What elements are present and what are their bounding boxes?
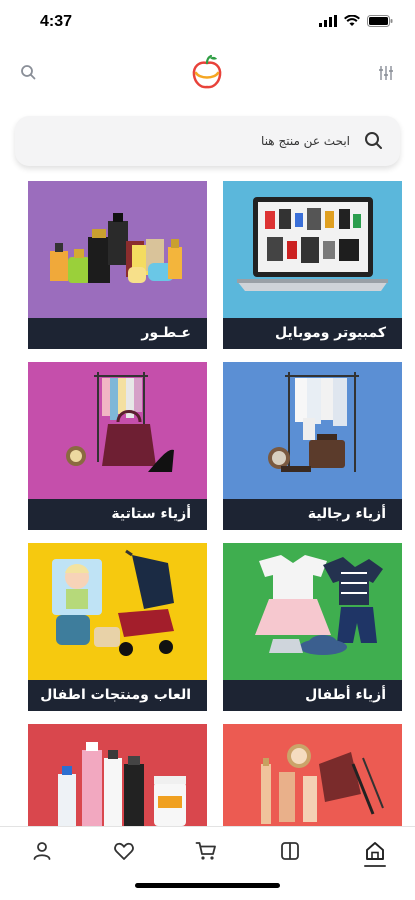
header-search-button[interactable] <box>18 62 40 84</box>
category-kids-fashion[interactable]: أزياء أطفال <box>223 543 402 711</box>
wifi-icon <box>344 15 360 26</box>
category-perfumes[interactable]: عـطـور <box>28 181 207 349</box>
category-image <box>223 362 402 499</box>
laptop-icon <box>223 181 402 318</box>
category-label: كمبيوتر وموبايل <box>223 318 402 349</box>
category-image <box>28 362 207 499</box>
home-icon <box>366 842 384 860</box>
category-label: أزياء أطفال <box>223 680 402 711</box>
logo-icon <box>192 54 222 89</box>
status-icons <box>319 15 393 27</box>
nav-favorites[interactable] <box>104 835 144 867</box>
cellular-signal-icon <box>319 15 337 27</box>
category-image <box>28 543 207 680</box>
category-image <box>223 181 402 318</box>
bottom-nav <box>0 826 415 900</box>
makeup-icon <box>223 724 402 826</box>
nav-catalog[interactable] <box>270 835 310 867</box>
home-indicator <box>135 883 280 888</box>
filter-icon <box>379 66 393 80</box>
category-image <box>28 724 207 826</box>
clothing-rack-icon <box>223 362 402 499</box>
search-icon <box>21 65 36 80</box>
kids-clothes-icon <box>223 543 402 680</box>
category-label: عـطـور <box>28 318 207 349</box>
category-image <box>28 181 207 318</box>
category-womens-fashion[interactable]: أزياء ستاتية <box>28 362 207 530</box>
search-input[interactable] <box>50 134 350 148</box>
category-computer-mobile[interactable]: كمبيوتر وموبايل <box>223 181 402 349</box>
category-mens-fashion[interactable]: أزياء رجالية <box>223 362 402 530</box>
category-image <box>223 543 402 680</box>
nav-home[interactable] <box>355 835 395 867</box>
perfume-icon <box>28 181 207 318</box>
category-grid: كمبيوتر وموبايل عـطـور أزياء رجالية أزيا… <box>0 181 415 826</box>
personal-care-icon <box>28 724 207 826</box>
search-bar[interactable] <box>15 116 400 166</box>
app-logo <box>188 54 226 92</box>
nav-profile[interactable] <box>22 835 62 867</box>
favorites-icon <box>114 842 134 860</box>
handbag-icon <box>28 362 207 499</box>
category-cosmetics[interactable] <box>223 724 402 826</box>
search-icon <box>365 132 382 149</box>
cart-icon <box>195 842 216 860</box>
nav-cart[interactable] <box>186 835 226 867</box>
catalog-icon <box>281 842 299 860</box>
status-bar: 4:37 <box>0 0 415 44</box>
category-personal-care[interactable] <box>28 724 207 826</box>
status-time: 4:37 <box>40 13 73 30</box>
profile-icon <box>33 842 51 860</box>
category-label: أزياء ستاتية <box>28 499 207 530</box>
category-label: العاب ومنتجات اطفال <box>28 680 207 711</box>
battery-icon <box>367 15 393 27</box>
nav-active-indicator <box>364 865 386 867</box>
category-image <box>223 724 402 826</box>
app-header <box>0 52 415 96</box>
category-toys-baby[interactable]: العاب ومنتجات اطفال <box>28 543 207 711</box>
stroller-icon <box>28 543 207 680</box>
category-label: أزياء رجالية <box>223 499 402 530</box>
header-filter-button[interactable] <box>375 62 397 84</box>
